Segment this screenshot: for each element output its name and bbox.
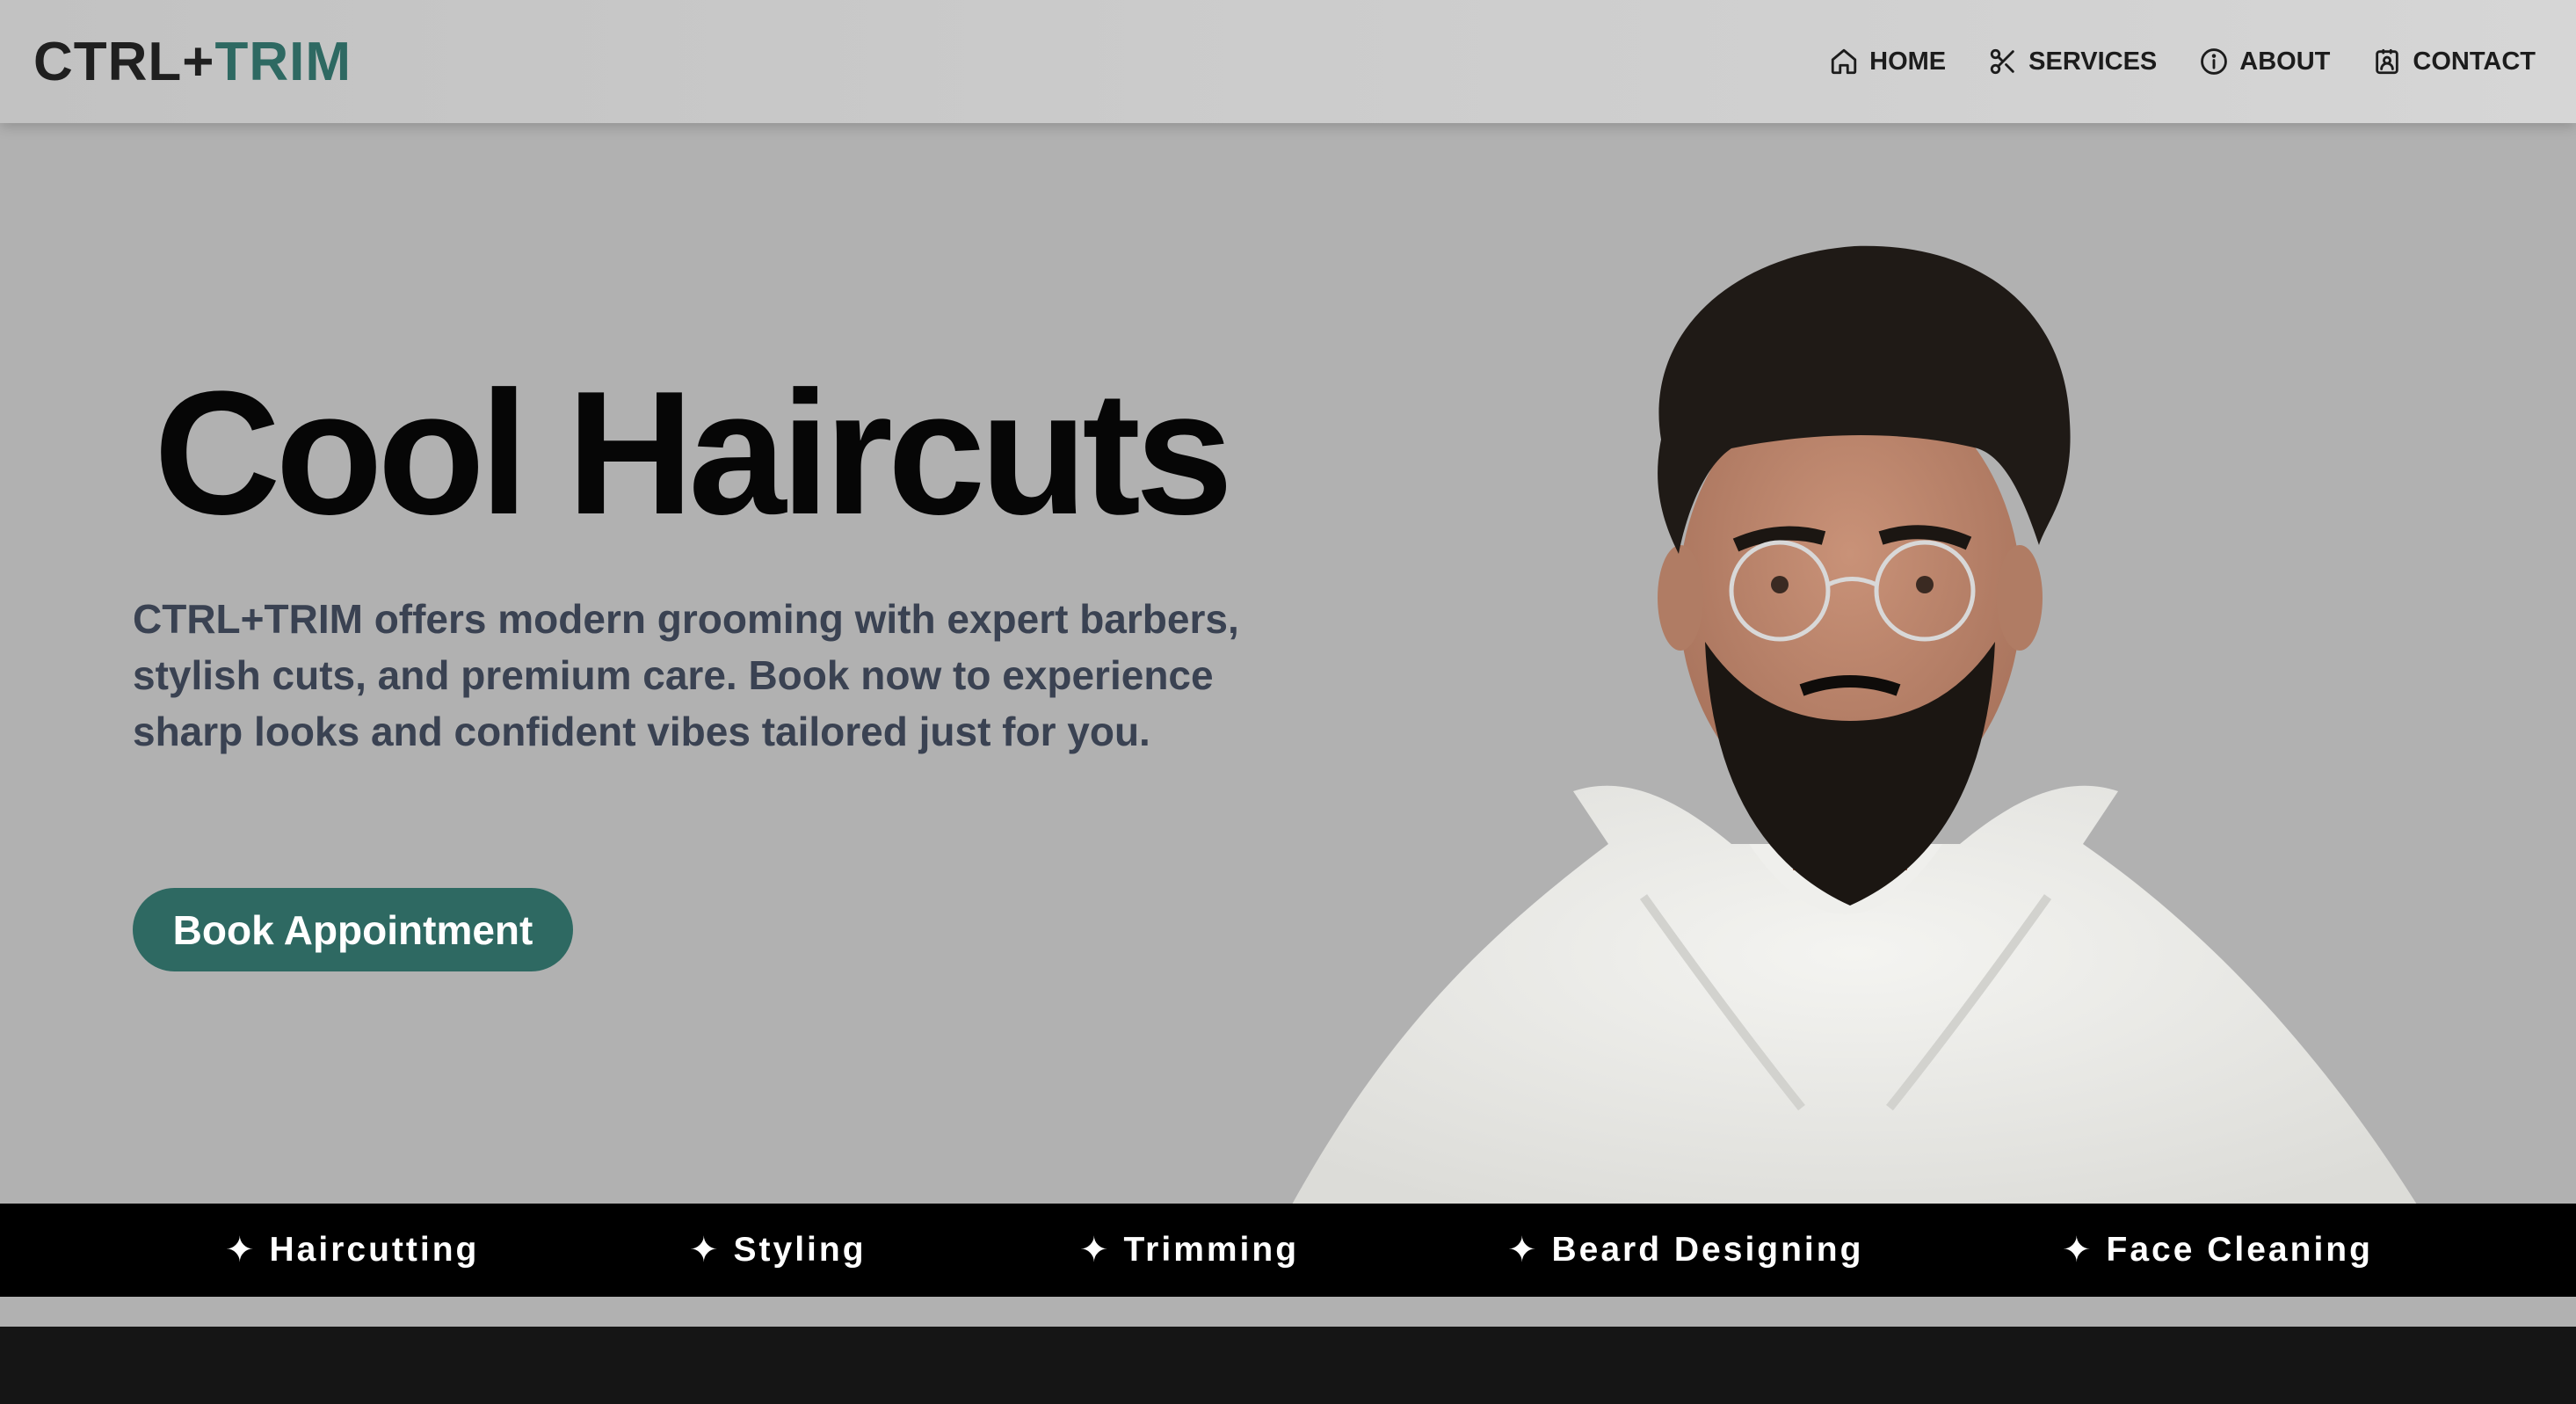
services-ticker: ✦ Haircutting ✦ Styling ✦ Trimming ✦ Bea…	[0, 1204, 2576, 1297]
ticker-label: Face Cleaning	[2106, 1231, 2373, 1269]
ticker-item-styling: ✦ Styling	[689, 1204, 867, 1297]
nav-item-services[interactable]: SERVICES	[1988, 47, 2157, 76]
nav-item-home[interactable]: HOME	[1829, 47, 1946, 76]
nav-label-home: HOME	[1869, 47, 1947, 76]
ticker-label: Beard Designing	[1551, 1231, 1864, 1269]
hero-portrait-image	[1292, 245, 2417, 1204]
next-section-dark	[0, 1327, 2576, 1404]
scissors-icon	[1990, 48, 2014, 75]
info-icon	[2201, 48, 2228, 75]
ticker-item-haircutting: ✦ Haircutting	[225, 1204, 479, 1297]
ticker-item-trimming: ✦ Trimming	[1079, 1204, 1299, 1297]
contact-badge-icon	[2376, 48, 2399, 75]
brand-logo-part2: TRIM	[214, 32, 352, 92]
book-appointment-button[interactable]: Book Appointment	[133, 888, 573, 971]
brand-logo-part1: CTRL+	[33, 32, 215, 92]
nav-item-contact[interactable]: CONTACT	[2372, 47, 2536, 76]
brand-logo[interactable]: CTRL+TRIM	[33, 32, 352, 93]
ticker-label: Trimming	[1123, 1231, 1300, 1269]
ticker-label: Haircutting	[269, 1231, 480, 1269]
sparkle-icon: ✦	[2062, 1231, 2094, 1269]
top-navbar: CTRL+TRIM HOME SERVICES ABOUT CONTACT	[0, 0, 2576, 123]
home-icon	[1831, 48, 1857, 75]
ticker-label: Styling	[733, 1231, 867, 1269]
sparkle-icon: ✦	[1079, 1231, 1112, 1269]
nav-label-about: ABOUT	[2239, 47, 2331, 76]
sparkle-icon: ✦	[689, 1231, 722, 1269]
nav-label-contact: CONTACT	[2413, 47, 2536, 76]
main-nav: HOME SERVICES ABOUT CONTACT	[1829, 42, 2536, 81]
ticker-item-face-cleaning: ✦ Face Cleaning	[2062, 1204, 2373, 1297]
hero-title: Cool Haircuts	[154, 355, 1233, 551]
nav-item-about[interactable]: ABOUT	[2199, 47, 2330, 76]
ticker-item-beard-designing: ✦ Beard Designing	[1507, 1204, 1863, 1297]
hero-description: CTRL+TRIM offers modern grooming with ex…	[133, 596, 1239, 754]
sparkle-icon: ✦	[1507, 1231, 1540, 1269]
nav-label-services: SERVICES	[2028, 47, 2158, 76]
section-divider	[0, 1297, 2576, 1327]
sparkle-icon: ✦	[225, 1231, 258, 1269]
